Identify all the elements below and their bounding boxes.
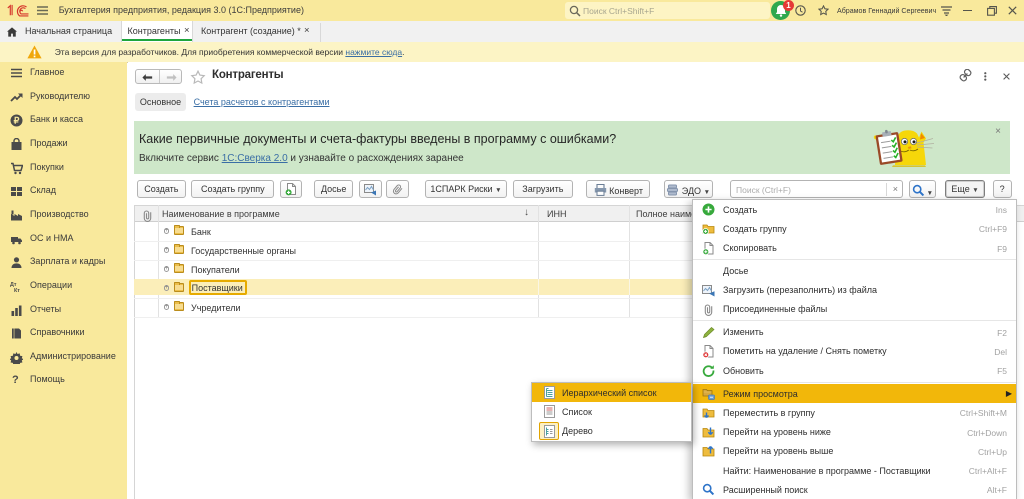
svg-text:₽: ₽ [14, 116, 20, 126]
svg-text:Кт: Кт [14, 288, 20, 293]
